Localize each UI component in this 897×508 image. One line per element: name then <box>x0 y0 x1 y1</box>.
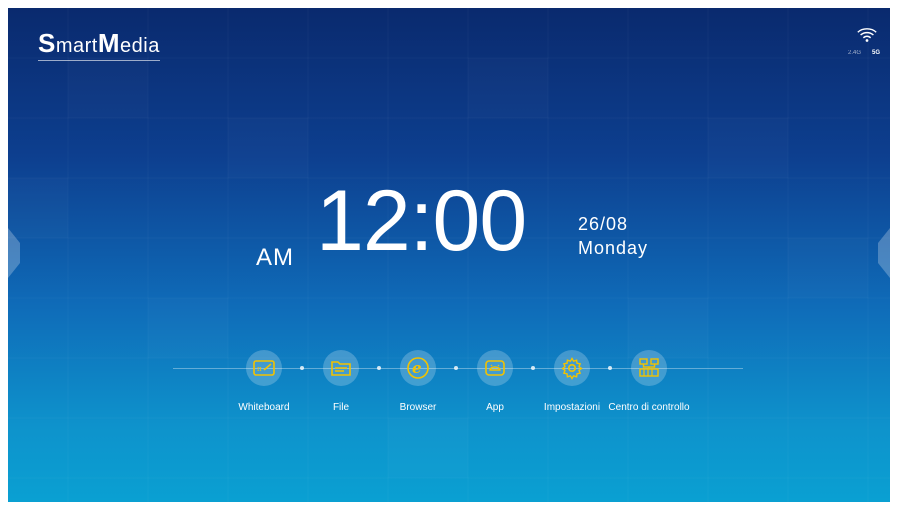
dock-separator-dot <box>608 366 612 370</box>
launcher-screen: SmartMedia 2.4G 5G AM 12:00 26/08 Monday… <box>8 8 890 502</box>
dock-separator-dot <box>454 366 458 370</box>
control-center-button[interactable] <box>631 350 667 386</box>
logo-letter-s: S <box>38 28 56 58</box>
clock-ampm: AM <box>256 244 294 271</box>
logo-text-mart: mart <box>55 35 98 57</box>
app-label: App <box>486 402 504 413</box>
file-label: File <box>332 402 350 413</box>
gear-icon <box>561 357 583 380</box>
folder-icon <box>331 361 351 376</box>
file-button[interactable] <box>323 350 359 386</box>
settings-button[interactable] <box>554 350 590 386</box>
logo-letter-m: M <box>97 28 121 58</box>
whiteboard-label: Whiteboard <box>238 402 290 413</box>
settings-label: Impostazioni <box>543 402 601 413</box>
browser-e-icon: e <box>407 357 429 379</box>
wifi-status[interactable]: 2.4G 5G <box>848 24 882 56</box>
dock-separator-dot <box>377 366 381 370</box>
clock-day: Monday <box>578 238 649 258</box>
app-button[interactable] <box>477 350 513 386</box>
brand-logo: SmartMedia <box>38 28 160 61</box>
dock-separator-dot <box>531 366 535 370</box>
clock-time: 12:00 <box>316 173 527 269</box>
logo-text-edia: edia <box>120 35 160 57</box>
android-app-icon <box>485 360 505 376</box>
whiteboard-button[interactable]: π <box>246 350 282 386</box>
clock-date: 26/08 <box>578 214 629 234</box>
svg-text:π: π <box>257 365 262 373</box>
dock-separator-dot <box>300 366 304 370</box>
control-center-label: Centro di controllo <box>608 402 690 413</box>
wifi-24-label: 2.4G <box>848 50 862 56</box>
browser-label: Browser <box>399 402 437 413</box>
svg-text:e: e <box>412 359 422 377</box>
app-dock: π Whiteboard File e Browser App Impostaz… <box>8 344 890 424</box>
browser-button[interactable]: e <box>400 350 436 386</box>
whiteboard-icon: π <box>253 360 275 376</box>
control-center-icon <box>639 358 659 377</box>
wifi-icon <box>857 28 877 42</box>
wifi-5g-label: 5G <box>871 50 880 56</box>
